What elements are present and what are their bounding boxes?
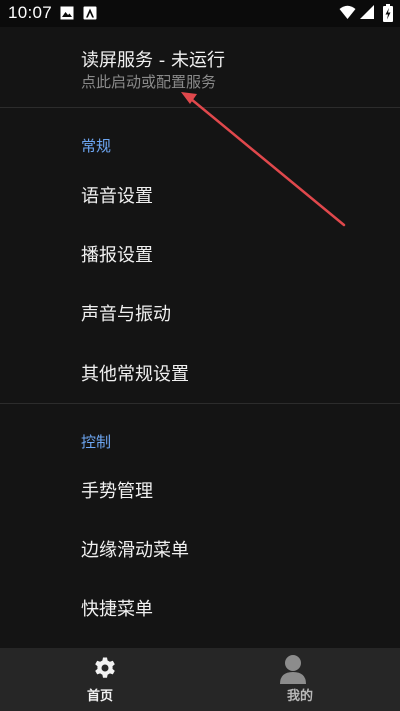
gear-icon [95,657,115,678]
image-icon [60,6,74,20]
menu-item-label: 声音与振动 [81,304,171,325]
status-bar: 10:07 [0,0,400,27]
menu-item-label: 快捷菜单 [81,599,153,620]
divider [0,107,400,108]
service-subtitle: 点此启动或配置服务 [81,73,217,91]
tab-home-label: 首页 [86,689,113,704]
screen-reader-service-row[interactable]: 读屏服务 - 未运行 点此启动或配置服务 [0,27,400,108]
menu-item-label: 其他常规设置 [81,364,189,385]
app-notification-icon [83,6,97,20]
menu-item-label: 语音设置 [81,186,153,207]
status-time: 10:07 [8,3,53,22]
battery-charging-icon [383,4,393,22]
divider [0,403,400,404]
menu-item-edge-swipe-menu[interactable]: 边缘滑动菜单 [0,520,400,576]
menu-item-sound-vibration[interactable]: 声音与振动 [0,284,400,340]
section-header-general: 常规 [81,137,112,155]
section-header-control: 控制 [81,433,112,451]
person-icon [280,655,306,684]
menu-item-label: 播报设置 [81,245,153,266]
menu-item-other-general-settings[interactable]: 其他常规设置 [0,344,400,400]
bottom-navigation: 首页 我的 [0,648,400,711]
menu-item-announcement-settings[interactable]: 播报设置 [0,225,400,281]
service-title: 读屏服务 - 未运行 [81,50,225,71]
menu-item-label: 手势管理 [81,481,153,502]
tab-home[interactable]: 首页 [0,648,200,711]
menu-item-voice-settings[interactable]: 语音设置 [0,166,400,222]
menu-item-quick-menu[interactable]: 快捷菜单 [0,579,400,635]
menu-item-gesture-management[interactable]: 手势管理 [0,461,400,517]
tab-mine-label: 我的 [286,689,313,704]
signal-icon [360,5,374,19]
menu-item-label: 边缘滑动菜单 [81,540,189,561]
app-screen: 10:07 读屏服务 - 未运行 点此启动或配置服务 常规 语音设置 播报设置 [0,0,400,711]
wifi-icon [339,5,356,19]
tab-mine[interactable]: 我的 [200,648,400,711]
